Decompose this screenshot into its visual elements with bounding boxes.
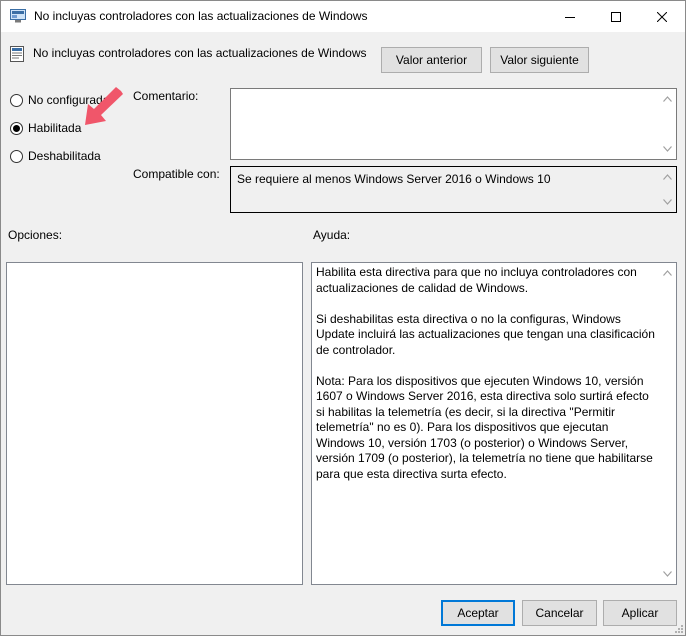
cancel-button[interactable]: Cancelar	[522, 600, 597, 626]
scroll-up-icon	[663, 270, 672, 276]
next-setting-button[interactable]: Valor siguiente	[490, 47, 589, 73]
scroll-down-icon	[663, 146, 672, 152]
scroll-down-icon	[663, 199, 672, 205]
comment-textarea[interactable]	[230, 88, 677, 160]
radio-disabled[interactable]: Deshabilitada	[10, 148, 101, 164]
maximize-icon	[611, 11, 621, 22]
policy-dialog-window: No incluyas controladores con las actual…	[0, 0, 686, 636]
minimize-icon	[565, 16, 575, 18]
close-button[interactable]	[639, 1, 685, 32]
scroll-up-icon	[663, 174, 672, 180]
radio-label: Habilitada	[28, 121, 82, 135]
options-panel	[6, 262, 303, 585]
maximize-button[interactable]	[593, 1, 639, 32]
comment-scrollbar[interactable]	[659, 89, 676, 159]
radio-label: Deshabilitada	[28, 149, 101, 163]
supported-on-value: Se requiere al menos Windows Server 2016…	[237, 172, 551, 186]
apply-button[interactable]: Aplicar	[603, 600, 677, 626]
policy-settings-icon	[9, 46, 25, 62]
supported-on-label: Compatible con:	[133, 167, 220, 181]
minimize-button[interactable]	[547, 1, 593, 32]
radio-enabled[interactable]: Habilitada	[10, 120, 81, 136]
previous-setting-button[interactable]: Valor anterior	[381, 47, 482, 73]
title-bar[interactable]: No incluyas controladores con las actual…	[1, 1, 685, 32]
radio-circle[interactable]	[10, 149, 23, 163]
close-icon	[657, 11, 667, 22]
policy-name: No incluyas controladores con las actual…	[33, 46, 367, 60]
resize-grip-icon[interactable]	[673, 623, 683, 633]
annotation-arrow-icon	[85, 87, 123, 125]
help-label: Ayuda:	[313, 228, 351, 242]
help-scrollbar[interactable]	[659, 263, 676, 584]
comment-label: Comentario:	[133, 89, 199, 103]
help-text: Habilita esta directiva para que no incl…	[316, 265, 655, 481]
window-title: No incluyas controladores con las actual…	[34, 9, 368, 23]
scroll-down-icon	[663, 571, 672, 577]
policy-settings-icon	[10, 9, 26, 23]
radio-circle[interactable]	[10, 93, 23, 107]
supported-on-scrollbar[interactable]	[659, 167, 676, 212]
scroll-up-icon	[663, 96, 672, 102]
accept-button[interactable]: Aceptar	[441, 600, 515, 626]
help-panel: Habilita esta directiva para que no incl…	[311, 262, 677, 585]
options-label: Opciones:	[8, 228, 63, 242]
radio-circle-selected[interactable]	[10, 121, 23, 135]
supported-on-field: Se requiere al menos Windows Server 2016…	[230, 166, 677, 213]
